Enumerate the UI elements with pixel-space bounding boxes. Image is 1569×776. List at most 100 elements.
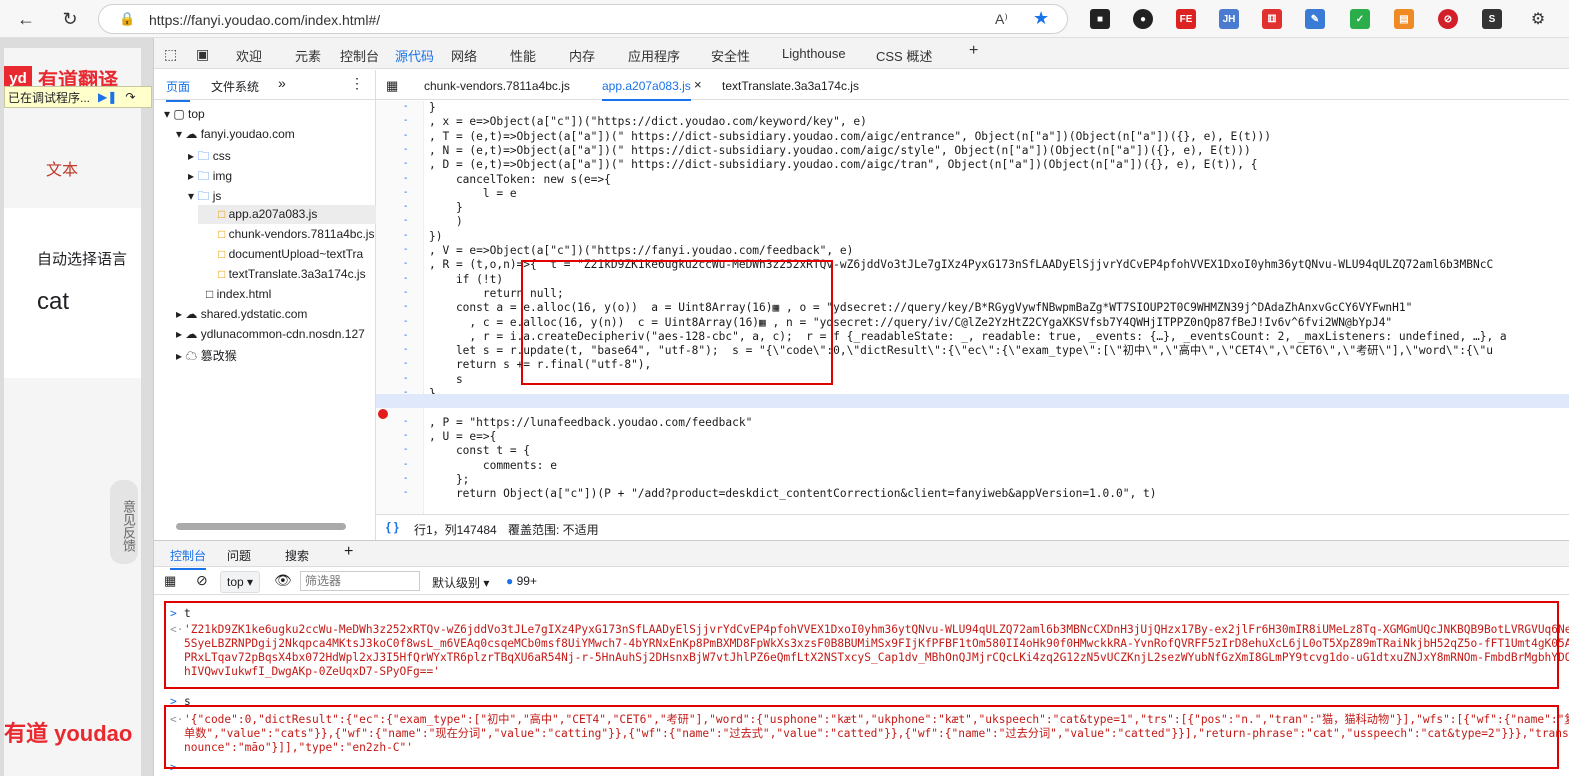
tree-item-document-upload[interactable]: □ documentUpload~textTra bbox=[218, 247, 374, 261]
extension-fe-icon[interactable]: FE bbox=[1176, 9, 1196, 29]
line-marker: - bbox=[404, 215, 408, 227]
gutter[interactable] bbox=[376, 101, 424, 516]
resume-icon[interactable]: ▶❚ bbox=[98, 90, 117, 104]
add-tab-icon[interactable]: + bbox=[969, 42, 978, 60]
tree-item-img[interactable]: ▸ 🗀 img bbox=[188, 167, 232, 188]
block-icon[interactable]: ⊘ bbox=[1438, 9, 1458, 29]
code-line: , V = e=>Object(a["c"])("https://fanyi.y… bbox=[429, 244, 854, 257]
issues-counter[interactable]: ● 99+ bbox=[506, 574, 537, 588]
extension-jh-icon[interactable]: JH bbox=[1219, 9, 1239, 29]
read-aloud-icon[interactable]: A⁾ bbox=[995, 11, 1008, 28]
code-line: return null; bbox=[429, 286, 564, 300]
cursor-position: 行1，列147484 bbox=[414, 523, 497, 537]
extension-s-icon[interactable]: S bbox=[1482, 9, 1502, 29]
code-line: comments: e bbox=[429, 458, 557, 472]
code-line: } bbox=[429, 101, 436, 114]
source-text[interactable]: cat bbox=[37, 288, 69, 316]
console-command-s: s bbox=[184, 695, 191, 708]
tab-sources[interactable]: 源代码 bbox=[395, 46, 435, 73]
language-select[interactable]: 自动选择语言 bbox=[37, 248, 127, 269]
toggle-navigator-icon[interactable]: ▦ bbox=[386, 78, 398, 94]
edit-icon[interactable]: ✎ bbox=[1305, 9, 1325, 29]
coverage-status: 覆盖范围: 不适用 bbox=[508, 523, 599, 537]
menu-icon[interactable]: ⋮ bbox=[350, 75, 364, 92]
tab-welcome[interactable]: 欢迎 bbox=[236, 46, 262, 65]
line-marker: - bbox=[404, 415, 408, 427]
tab-performance[interactable]: 性能 bbox=[510, 46, 536, 65]
navigator-tabs: 页面 文件系统 » ⋮ bbox=[154, 70, 375, 102]
tree-item-index[interactable]: □ index.html bbox=[206, 287, 271, 301]
tree-item-tampermonkey[interactable]: ▸ ☁ 篡改猴 bbox=[176, 347, 237, 364]
prompt-arrow-icon[interactable]: > bbox=[170, 761, 177, 775]
nav-scrollbar[interactable] bbox=[176, 523, 346, 530]
add-drawer-tab-icon[interactable]: + bbox=[344, 543, 353, 561]
tree-item-top[interactable]: ▾ ▢ top bbox=[164, 107, 205, 121]
feedback-button[interactable]: 意见反馈 bbox=[110, 480, 138, 564]
tree-item-chunk-vendors[interactable]: □ chunk-vendors.7811a4bc.js bbox=[218, 227, 374, 241]
tab-css-overview[interactable]: CSS 概述 bbox=[876, 46, 932, 65]
tab-elements[interactable]: 元素 bbox=[295, 46, 321, 65]
favorite-star-icon[interactable]: ★ bbox=[1033, 8, 1049, 29]
input-panel: 自动选择语言 cat bbox=[4, 208, 141, 378]
inspect-icon[interactable]: ⬚ bbox=[164, 46, 177, 63]
nav-tab-filesystem[interactable]: 文件系统 bbox=[211, 78, 259, 95]
tree-item-shared[interactable]: ▸ ☁ shared.ydstatic.com bbox=[176, 307, 307, 321]
tab-console[interactable]: 控制台 bbox=[340, 46, 379, 65]
tab-memory[interactable]: 内存 bbox=[569, 46, 595, 65]
code-line: l = e bbox=[429, 186, 517, 200]
line-marker: - bbox=[404, 186, 408, 198]
back-icon[interactable]: ← bbox=[14, 7, 38, 31]
tree-item-domain[interactable]: ▾ ☁ fanyi.youdao.com bbox=[176, 127, 295, 141]
line-marker: - bbox=[404, 229, 408, 241]
result-arrow-icon: <· bbox=[170, 713, 184, 726]
breakpoint-marker[interactable] bbox=[378, 409, 388, 419]
tab-application[interactable]: 应用程序 bbox=[628, 46, 680, 65]
line-marker: - bbox=[404, 301, 408, 313]
code-line: , D = (e,t)=>Object(a["a"])(" https://di… bbox=[429, 158, 1258, 172]
tree-item-text-translate[interactable]: □ textTranslate.3a3a174c.js bbox=[218, 267, 366, 281]
editor-tab-app[interactable]: app.a207a083.js bbox=[602, 79, 691, 101]
log-level-select[interactable]: 默认级别 ▾ bbox=[432, 574, 489, 591]
debugger-paused-bar: 已在调试程序... ▶❚ ↷ bbox=[4, 86, 152, 108]
filter-input[interactable] bbox=[300, 571, 420, 591]
console-drawer: 控制台 问题 搜索 + ▦ ⊘ top ▾ 👁 默认级别 ▾ ● 99+ > t… bbox=[154, 540, 1569, 776]
text-tab[interactable]: 文本 bbox=[46, 156, 78, 180]
clear-console-icon[interactable]: ⊘ bbox=[196, 572, 208, 589]
more-tabs-icon[interactable]: » bbox=[278, 75, 286, 91]
code-line: , c = e.alloc(16, y(n)) c = Uint8Array(1… bbox=[429, 315, 1393, 329]
close-tab-icon[interactable]: × bbox=[694, 77, 702, 92]
tree-item-app-js[interactable]: □ app.a207a083.js bbox=[198, 205, 376, 224]
drawer-tab-search[interactable]: 搜索 bbox=[285, 547, 309, 564]
page-content: yd 有道翻译 文本 自动选择语言 cat 意见反馈 有道 youdao bbox=[4, 48, 141, 776]
address-bar[interactable]: 🔒 https://fanyi.youdao.com/index.html#/ … bbox=[98, 4, 1068, 34]
line-marker: - bbox=[404, 129, 408, 141]
device-toolbar-icon[interactable]: ▣ bbox=[196, 46, 209, 63]
drawer-tab-issues[interactable]: 问题 bbox=[227, 547, 251, 564]
code-line: return s += r.final("utf-8"), bbox=[429, 358, 652, 372]
monitor-icon[interactable]: ▤ bbox=[1394, 9, 1414, 29]
console-output-s-2: 单数","value":"cats"}},{"wf":{"name":"现在分词… bbox=[184, 727, 1569, 740]
tab-lighthouse[interactable]: Lighthouse bbox=[782, 46, 846, 61]
editor-tab-text-translate[interactable]: textTranslate.3a3a174c.js bbox=[722, 79, 859, 93]
tab-network[interactable]: 网络 bbox=[451, 46, 477, 65]
line-marker: - bbox=[404, 172, 408, 184]
tab-security[interactable]: 安全性 bbox=[711, 46, 750, 65]
code-line: , P = "https://lunafeedback.youdao.com/f… bbox=[429, 415, 753, 429]
context-select[interactable]: top ▾ bbox=[220, 571, 261, 593]
eye-icon[interactable]: 👁 bbox=[274, 572, 292, 589]
shield-icon[interactable]: ✓ bbox=[1350, 9, 1370, 29]
editor-tab-chunk-vendors[interactable]: chunk-vendors.7811a4bc.js bbox=[424, 79, 570, 93]
tree-item-css[interactable]: ▸ 🗀 css bbox=[188, 147, 231, 168]
dice-icon[interactable]: ⚅ bbox=[1262, 9, 1282, 29]
sidebar-toggle-icon[interactable]: ▦ bbox=[164, 573, 176, 589]
step-over-icon[interactable]: ↷ bbox=[125, 90, 135, 104]
extension-1-icon[interactable]: ■ bbox=[1090, 9, 1110, 29]
reload-icon[interactable]: ↻ bbox=[58, 7, 82, 31]
line-marker: - bbox=[404, 115, 408, 127]
console-output-t-1: 'Z21kD9ZK1ke6ugku2ccWu-MeDWh3z252xRTQv-w… bbox=[184, 623, 1569, 636]
pretty-print-icon[interactable]: { } bbox=[386, 520, 399, 534]
tree-item-ydluna[interactable]: ▸ ☁ ydlunacommon-cdn.nosdn.127 bbox=[176, 327, 374, 341]
extensions-puzzle-icon[interactable]: ⚙ bbox=[1526, 7, 1550, 31]
extension-2-icon[interactable]: ● bbox=[1133, 9, 1153, 29]
nav-tab-page[interactable]: 页面 bbox=[166, 78, 191, 102]
